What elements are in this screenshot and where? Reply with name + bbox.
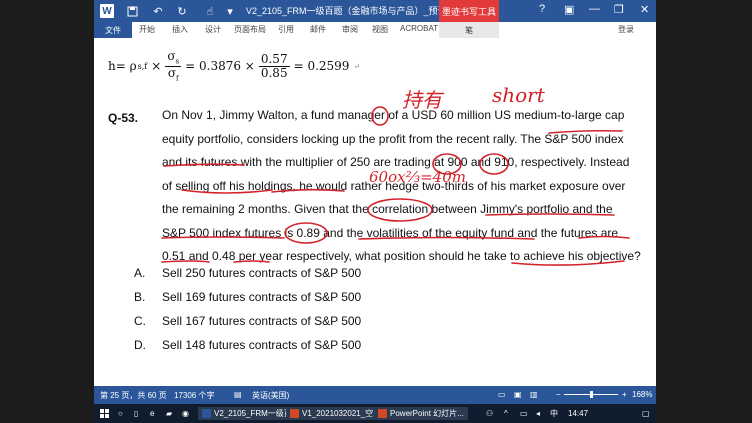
handwriting-calc: 60ox⅔=40m [369, 168, 466, 186]
web-layout-icon[interactable]: ▥ [530, 390, 538, 399]
option-letter: A. [134, 266, 146, 280]
undo-icon[interactable]: ↶ [150, 3, 166, 19]
minimize-button[interactable]: — [589, 3, 600, 15]
taskbar-app-label: PowerPoint 幻灯片... [390, 409, 464, 418]
option-text: Sell 148 futures contracts of S&P 500 [162, 338, 362, 352]
print-layout-icon[interactable]: ▣ [514, 390, 522, 399]
handwriting-hold: 持有 [402, 88, 442, 112]
word-icon [202, 409, 211, 418]
word-window: W ↶ ↻ ☝ ▾ V2_2105_FRM一级百题（金融市场与产品）_预课版 -… [94, 0, 656, 423]
right-screen-border [656, 0, 752, 423]
zoom-in-button[interactable]: + [622, 390, 627, 399]
notification-icon[interactable]: ▢ [642, 407, 650, 420]
sigma-numerator: σ [167, 49, 176, 63]
title-bar: W ↶ ↻ ☝ ▾ V2_2105_FRM一级百题（金融市场与产品）_预课版 -… [94, 0, 656, 22]
redo-icon[interactable]: ↻ [174, 3, 190, 19]
chrome-icon[interactable]: ◉ [182, 407, 189, 420]
question-label: Q-53. [108, 111, 139, 125]
search-icon[interactable]: ○ [118, 407, 123, 420]
taskbar-app-ppt1[interactable]: V1_2021032021_空... [286, 407, 384, 420]
fraction-denominator: 0.85 [260, 65, 288, 80]
restore-button[interactable]: ❐ [614, 3, 624, 16]
left-screen-border [0, 0, 94, 423]
fraction-numerator: 0.57 [258, 52, 290, 67]
tab-pen[interactable]: 笔 [439, 22, 499, 38]
question-line: equity portfolio, considers locking up t… [162, 131, 624, 146]
option-text: Sell 169 futures contracts of S&P 500 [162, 290, 362, 304]
tab-mailings[interactable]: 邮件 [310, 24, 326, 35]
tray-chevron-icon[interactable]: ^ [504, 407, 508, 420]
taskbar-clock[interactable]: 14:47 [568, 407, 588, 420]
word-logo-icon: W [100, 4, 114, 18]
tab-review[interactable]: 审阅 [342, 24, 358, 35]
question-line: 0.51 and 0.48 per year respectively, wha… [162, 249, 641, 263]
zoom-out-button[interactable]: − [556, 390, 561, 399]
login-link[interactable]: 登录 [618, 24, 634, 35]
handwriting-short: short [492, 83, 545, 107]
tab-view[interactable]: 视图 [372, 24, 388, 35]
people-icon[interactable]: ⚇ [486, 407, 493, 420]
tab-acrobat[interactable]: ACROBAT [400, 24, 438, 33]
formula-rho-subscript: s,f [137, 61, 148, 71]
tab-home[interactable]: 开始 [139, 24, 155, 35]
network-icon[interactable]: ▭ [520, 407, 528, 420]
language[interactable]: 英语(美国) [252, 390, 289, 401]
windows-taskbar: ○ ▯ e ▰ ◉ V2_2105_FRM一级百... V1_202103202… [94, 404, 656, 423]
tab-layout[interactable]: 页面布局 [234, 24, 266, 35]
input-method[interactable]: 中 [550, 407, 558, 420]
zoom-level[interactable]: 168% [632, 390, 652, 399]
task-view-icon[interactable]: ▯ [134, 407, 138, 420]
taskbar-app-label: V1_2021032021_空... [302, 409, 380, 418]
touch-mode-icon[interactable]: ☝ [202, 3, 218, 19]
tab-references[interactable]: 引用 [278, 24, 294, 35]
option-text: Sell 250 futures contracts of S&P 500 [162, 266, 362, 280]
close-button[interactable]: ✕ [640, 3, 649, 16]
option-letter: C. [134, 314, 146, 328]
document-page[interactable]: h= ρ s,f × σs σf = 0.3876 × 0.57 0.85 = 0… [94, 38, 656, 386]
question-text: On Nov 1, Jimmy Walton, a fund manager o… [162, 104, 641, 269]
question-line: the remaining 2 months. Given that the c… [162, 202, 613, 216]
page-count[interactable]: 第 25 页，共 60 页 [100, 390, 167, 401]
value-fraction: 0.57 0.85 [258, 52, 290, 80]
sigma-denominator-sub: f [176, 74, 179, 83]
option-letter: D. [134, 338, 146, 352]
powerpoint-icon [378, 409, 387, 418]
question-line: On Nov 1, Jimmy Walton, a fund manager o… [162, 108, 625, 122]
sigma-denominator: σ [167, 65, 177, 80]
tab-design[interactable]: 设计 [205, 24, 221, 35]
spellcheck-icon[interactable]: ▤ [234, 390, 242, 399]
formula-result: = 0.2599 [293, 59, 350, 74]
explorer-icon[interactable]: ▰ [166, 407, 172, 420]
formula-lhs: h= ρ [108, 59, 137, 74]
word-count[interactable]: 17306 个字 [174, 390, 214, 401]
edge-icon[interactable]: e [150, 407, 154, 420]
ribbon-display-button[interactable]: ▣ [564, 3, 574, 16]
status-bar: 第 25 页，共 60 页 17306 个字 ▤ 英语(美国) ▭ ▣ ▥ − … [94, 386, 656, 404]
tab-insert[interactable]: 插入 [172, 24, 188, 35]
qat-dropdown-icon[interactable]: ▾ [222, 3, 238, 19]
volume-icon[interactable]: ◂ [536, 407, 540, 420]
option-text: Sell 167 futures contracts of S&P 500 [162, 314, 362, 328]
formula-eq1: = 0.3876 × [185, 59, 255, 74]
windows-start-icon[interactable] [100, 407, 110, 420]
floppy-icon[interactable] [124, 3, 140, 19]
sigma-fraction: σs σf [165, 49, 182, 83]
powerpoint-icon [290, 409, 299, 418]
formula-times: × [151, 59, 162, 74]
option-letter: B. [134, 290, 146, 304]
help-button[interactable]: ? [539, 3, 545, 15]
tab-file[interactable]: 文件 [94, 22, 132, 38]
question-line: S&P 500 index futures is 0.89 and the vo… [162, 225, 619, 240]
ribbon-tabs: 文件 开始 插入 设计 页面布局 引用 邮件 审阅 视图 ACROBAT 笔 登… [94, 22, 656, 39]
taskbar-app-ppt2[interactable]: PowerPoint 幻灯片... [374, 407, 468, 420]
sigma-numerator-sub: s [175, 57, 180, 66]
read-mode-icon[interactable]: ▭ [498, 390, 506, 399]
paragraph-mark: ↵ [353, 61, 361, 71]
hedge-ratio-formula: h= ρ s,f × σs σf = 0.3876 × 0.57 0.85 = 0… [108, 50, 360, 82]
ink-tools-label: 墨迹书写工具 [439, 0, 499, 22]
zoom-slider-thumb[interactable] [590, 391, 593, 398]
